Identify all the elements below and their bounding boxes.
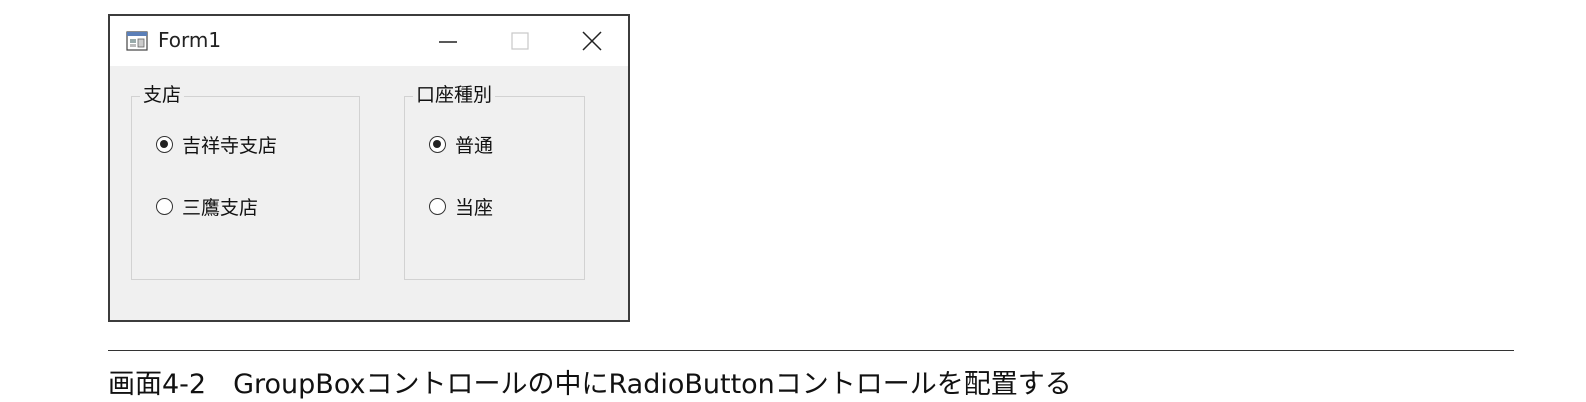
radio-kichijoji[interactable]: 吉祥寺支店 <box>156 131 277 158</box>
radio-futsu[interactable]: 普通 <box>429 131 493 158</box>
radio-label: 三鷹支店 <box>182 197 259 219</box>
account-type-groupbox: 口座種別 普通 当座 <box>404 83 585 280</box>
branch-groupbox: 支店 吉祥寺支店 三鷹支店 <box>131 83 360 280</box>
form-app-icon <box>126 31 148 51</box>
close-icon <box>582 31 602 51</box>
radio-checked-icon <box>156 136 173 153</box>
title-bar[interactable]: Form1 <box>110 16 628 66</box>
radio-unchecked-icon <box>429 198 446 215</box>
branch-group-title: 支店 <box>140 83 185 107</box>
form-window: Form1 支店 吉祥寺支店 三鷹支店 口座種別 普通 当座 <box>108 14 630 322</box>
radio-toza[interactable]: 当座 <box>429 193 493 220</box>
radio-label: 普通 <box>455 135 494 157</box>
caption-divider <box>108 350 1514 351</box>
radio-label: 吉祥寺支店 <box>182 135 278 157</box>
minimize-icon <box>439 41 457 43</box>
maximize-button[interactable] <box>498 20 542 62</box>
radio-checked-icon <box>429 136 446 153</box>
account-group-title: 口座種別 <box>413 83 496 107</box>
minimize-button[interactable] <box>426 20 470 62</box>
window-title: Form1 <box>158 28 222 52</box>
radio-unchecked-icon <box>156 198 173 215</box>
maximize-icon <box>511 32 529 50</box>
figure-caption: 画面4-2 GroupBoxコントロールの中にRadioButtonコントロール… <box>108 369 1072 400</box>
radio-mitaka[interactable]: 三鷹支店 <box>156 193 258 220</box>
close-button[interactable] <box>570 20 614 62</box>
radio-label: 当座 <box>455 197 494 219</box>
